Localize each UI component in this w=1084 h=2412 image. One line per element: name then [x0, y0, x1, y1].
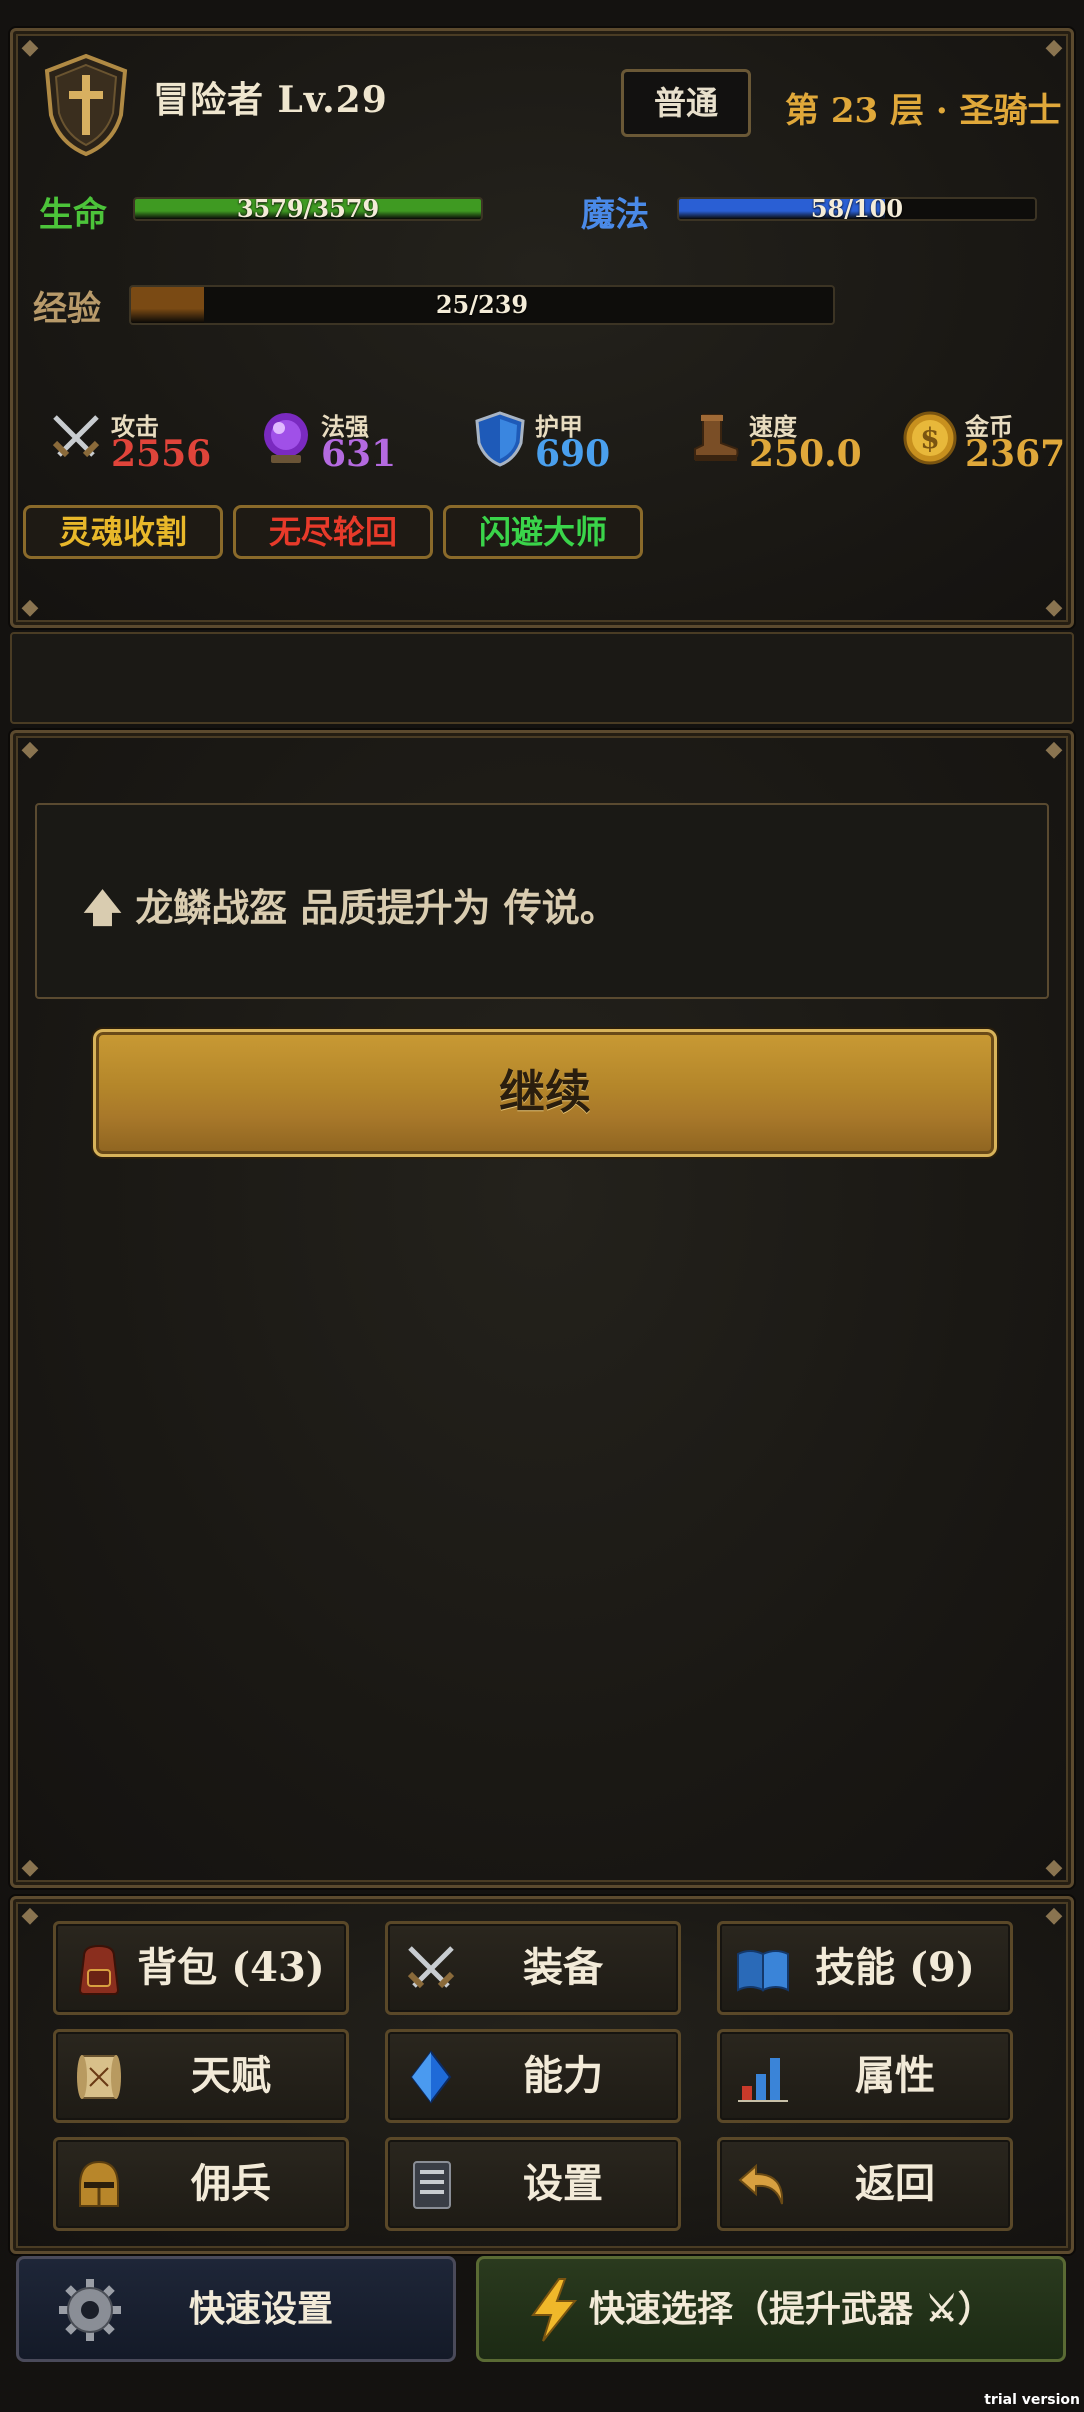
paladin-crest-icon: [44, 53, 128, 157]
corner-ornament-icon: ◆: [1045, 1855, 1063, 1880]
nav-label: 能力: [523, 2052, 603, 2099]
mercenary-button[interactable]: 佣兵: [53, 2137, 349, 2231]
mp-value: 58/100: [810, 197, 904, 221]
event-message-text: 龙鳞战盔 品质提升为 传说。: [135, 885, 618, 930]
trait-tag[interactable]: 闪避大师: [443, 505, 643, 559]
corner-ornament-icon: ◆: [1045, 35, 1063, 60]
svg-text:$: $: [920, 422, 939, 455]
quick-settings-button[interactable]: 快速设置: [16, 2256, 456, 2362]
nav-label: 返回: [855, 2160, 935, 2207]
skills-button[interactable]: 技能 (9): [717, 1921, 1013, 2015]
nav-label: 设置: [523, 2160, 603, 2207]
crossed-swords-icon: [52, 415, 100, 458]
corner-ornament-icon: ◆: [1045, 595, 1063, 620]
message-box: 🡅 龙鳞战盔 品质提升为 传说。: [35, 803, 1049, 999]
corner-ornament-icon: ◆: [1045, 737, 1063, 762]
backpack-icon: [78, 1944, 120, 1995]
floor-class-label: 第 23 层 · 圣骑士: [785, 91, 1062, 131]
exp-label: 经验: [33, 289, 101, 329]
stat-value: 631: [321, 433, 397, 475]
quick-select-label: 快速选择（提升武器 ⚔）: [589, 2288, 994, 2330]
watermark: trial version: [984, 2392, 1080, 2408]
nav-label: 天赋: [191, 2052, 271, 2099]
talent-button[interactable]: 天赋: [53, 2029, 349, 2123]
nav-label: 佣兵: [191, 2160, 271, 2207]
equipment-button[interactable]: 装备: [385, 1921, 681, 2015]
lightning-icon: [531, 2278, 578, 2342]
navigation-panel: ◆ ◆ 背包 (43) 装备 技能 (9) 天赋 能力 属性 佣兵 设置 返回: [10, 1896, 1074, 2254]
corner-ornament-icon: ◆: [21, 737, 39, 762]
settings-button[interactable]: 设置: [385, 2137, 681, 2231]
open-book-icon: [737, 1950, 789, 1992]
hp-value: 3579/3579: [236, 197, 380, 221]
hp-bar: 3579/3579: [133, 197, 483, 221]
stat-value: 690: [535, 433, 611, 475]
knight-helmet-icon: [79, 2160, 119, 2207]
trait-tag[interactable]: 无尽轮回: [233, 505, 433, 559]
event-message: 🡅 龙鳞战盔 品质提升为 传说。: [83, 877, 618, 945]
player-name-level: 冒险者 Lv.29: [153, 79, 388, 121]
backpack-button[interactable]: 背包 (43): [53, 1921, 349, 2015]
ability-button[interactable]: 能力: [385, 2029, 681, 2123]
corner-ornament-icon: ◆: [21, 35, 39, 60]
trait-tag[interactable]: 灵魂收割: [23, 505, 223, 559]
stat-value: 2367: [965, 433, 1066, 475]
mp-label: 魔法: [581, 195, 649, 235]
attributes-button[interactable]: 属性: [717, 2029, 1013, 2123]
magic-orb-icon: [264, 413, 308, 463]
stat-value: 250.0: [749, 433, 862, 475]
exp-bar: 25/239: [129, 285, 835, 325]
corner-ornament-icon: ◆: [1045, 1903, 1063, 1928]
scroll-icon: [77, 2055, 121, 2099]
corner-ornament-icon: ◆: [21, 1855, 39, 1880]
stat-value: 2556: [111, 433, 212, 475]
shield-icon: [475, 411, 525, 467]
return-arrow-icon: [738, 2163, 784, 2205]
corner-ornament-icon: ◆: [21, 595, 39, 620]
nav-label: 背包 (43): [137, 1944, 325, 1991]
gold-coin-icon: $: [903, 411, 957, 465]
corner-ornament-icon: ◆: [21, 1903, 39, 1928]
event-panel: ◆ ◆ ◆ ◆ 🡅 龙鳞战盔 品质提升为 传说。 继续: [10, 730, 1074, 1888]
back-button[interactable]: 返回: [717, 2137, 1013, 2231]
quick-select-button[interactable]: 快速选择（提升武器 ⚔）: [476, 2256, 1066, 2362]
boot-icon: [694, 414, 739, 461]
status-panel: ◆ ◆ ◆ ◆ 冒险者 Lv.29 普通 第 23 层 · 圣骑士 生命 357…: [10, 28, 1074, 628]
continue-button[interactable]: 继续: [93, 1029, 997, 1157]
crossed-swords-icon: [407, 1946, 455, 1989]
bar-chart-icon: [738, 2058, 788, 2102]
nav-label: 装备: [523, 1944, 603, 1991]
up-arrow-icon: 🡅: [83, 885, 123, 930]
nav-label: 属性: [855, 2052, 935, 2099]
quick-settings-label: 快速设置: [189, 2288, 334, 2330]
tome-icon: [413, 2161, 451, 2209]
difficulty-mode-button[interactable]: 普通: [621, 69, 751, 137]
gear-icon: [59, 2279, 121, 2341]
empty-strip: [10, 632, 1074, 724]
nav-label: 技能 (9): [815, 1944, 975, 1991]
hp-label: 生命: [39, 195, 107, 235]
mp-bar: 58/100: [677, 197, 1037, 221]
blue-crystal-icon: [410, 2050, 452, 2104]
exp-value: 25/239: [435, 290, 529, 319]
